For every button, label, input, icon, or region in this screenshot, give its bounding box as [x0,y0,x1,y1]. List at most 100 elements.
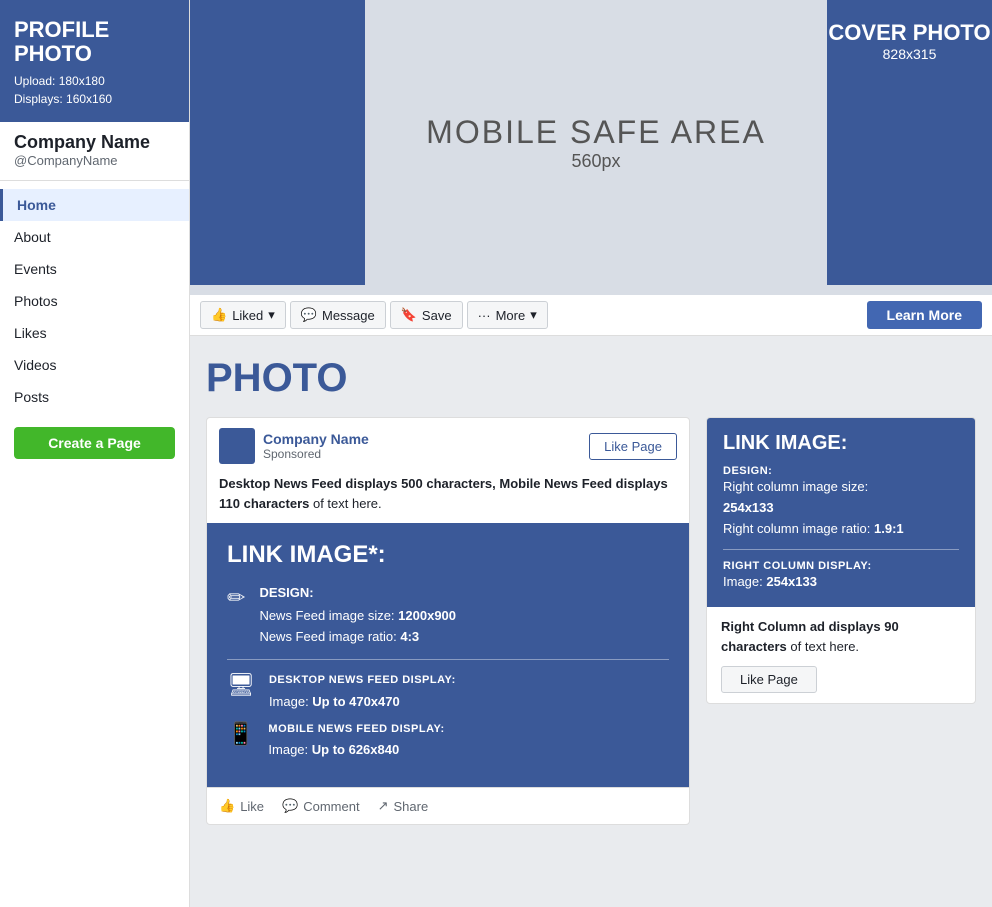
profile-upload: Upload: 180x180 [14,74,105,88]
right-display-image-label: Image: [723,574,766,589]
post-avatar [219,428,255,464]
content-area: PHOTO Company Name Sponsored Like Page D… [190,336,992,845]
news-feed-size-label: News Feed image size: [259,608,398,623]
news-feed-size: News Feed image size: 1200x900 [259,606,456,627]
nav-item-posts[interactable]: Posts [0,381,189,413]
design-label: DESIGN: [259,583,456,604]
right-col-size-value: 254x133 [723,500,774,515]
like-page-button-small[interactable]: Like Page [589,433,677,460]
nav-item-likes[interactable]: Likes [0,317,189,349]
news-feed-ratio-label: News Feed image ratio: [259,629,400,644]
company-handle: @CompanyName [14,153,175,168]
cover-photo-title: COVER PHOTO [827,0,992,46]
learn-more-button[interactable]: Learn More [867,301,982,329]
nav-link-photos[interactable]: Photos [0,285,189,317]
more-button[interactable]: ··· More ▾ [467,301,548,329]
post-company-name: Company Name [263,431,589,447]
mobile-safe-label: MOBILE SAFE AREA [426,114,766,151]
cover-photo-size: 828x315 [827,46,992,62]
comment-icon: 💬 [282,798,298,814]
save-button[interactable]: 🔖 Save [390,301,463,329]
profile-displays: Displays: 160x160 [14,92,112,106]
share-icon: ↗ [378,798,389,814]
desktop-display-info: DESKTOP NEWS FEED DISPLAY: Image: Up to … [269,672,456,712]
right-display-label: RIGHT COLUMN DISPLAY: [723,560,959,572]
right-design-info: Right column image size: 254x133 Right c… [723,477,959,539]
nav-item-home[interactable]: Home [0,189,189,221]
more-chevron-icon: ▾ [530,307,537,323]
like-page-button-right[interactable]: Like Page [721,666,817,693]
desktop-image-label: Image: [269,694,312,709]
right-link-box: LINK IMAGE: DESIGN: Right column image s… [707,418,975,607]
right-card-text-regular: of text here. [787,639,859,654]
nav-item-events[interactable]: Events [0,253,189,285]
message-icon: 💬 [301,307,317,323]
mobile-image-label: Image: [268,742,311,757]
mobile-safe-area: MOBILE SAFE AREA 560px [365,0,827,285]
right-divider [723,549,959,550]
pencil-icon: ✏ [227,585,245,611]
more-label: More [496,308,526,323]
mobile-safe-size: 560px [571,151,620,172]
profile-box: PROFILE PHOTO Upload: 180x180 Displays: … [0,0,189,122]
posts-row: Company Name Sponsored Like Page Desktop… [206,417,976,825]
link-image-box: LINK IMAGE*: ✏ DESIGN: News Feed image s… [207,523,689,787]
share-action-button[interactable]: ↗ Share [378,794,429,818]
right-display-image-size: 254x133 [766,574,817,589]
post-text-regular: of text here. [309,496,381,511]
post-meta: Company Name Sponsored [263,431,589,461]
nav-link-posts[interactable]: Posts [0,381,189,413]
company-name: Company Name [14,132,175,153]
nav-link-videos[interactable]: Videos [0,349,189,381]
desktop-display-label: DESKTOP NEWS FEED DISPLAY: [269,672,456,690]
create-page-button[interactable]: Create a Page [14,427,175,459]
bookmark-icon: 🔖 [401,307,417,323]
right-col-ratio-label: Right column image ratio: [723,521,874,536]
profile-upload-info: Upload: 180x180 Displays: 160x160 [14,72,175,108]
nav-item-about[interactable]: About [0,221,189,253]
post-card: Company Name Sponsored Like Page Desktop… [206,417,690,825]
right-col-size-label: Right column image size: [723,479,868,494]
like-action-button[interactable]: 👍 Like [219,794,264,818]
desktop-icon: 🖥 [227,672,255,698]
right-card-text: Right Column ad displays 90 characters o… [721,617,961,656]
dots-icon: ··· [478,308,491,323]
nav-item-videos[interactable]: Videos [0,349,189,381]
nav-link-likes[interactable]: Likes [0,317,189,349]
nav-link-about[interactable]: About [0,221,189,253]
nav-link-home[interactable]: Home [0,189,189,221]
message-button[interactable]: 💬 Message [290,301,386,329]
sidebar: PROFILE PHOTO Upload: 180x180 Displays: … [0,0,190,907]
right-column-card: LINK IMAGE: DESIGN: Right column image s… [706,417,976,704]
right-col-ratio-value: 1.9:1 [874,521,904,536]
company-name-section: Company Name @CompanyName [0,122,189,172]
mobile-display-row: 📱 MOBILE NEWS FEED DISPLAY: Image: Up to… [227,721,669,761]
post-card-header: Company Name Sponsored Like Page [207,418,689,474]
right-col-size: Right column image size: 254x133 [723,477,959,519]
post-actions: 👍 Like 💬 Comment ↗ Share [207,787,689,824]
like-icon: 👍 [219,798,235,814]
mobile-image-size-value: Up to 626x840 [312,742,399,757]
photo-heading: PHOTO [206,356,976,401]
comment-label: Comment [303,799,359,814]
right-col-ratio: Right column image ratio: 1.9:1 [723,519,959,540]
nav-list: Home About Events Photos Likes Videos Po… [0,189,189,413]
right-card-body: Right Column ad displays 90 characters o… [707,607,975,703]
profile-photo-label: PROFILE PHOTO [14,18,175,66]
right-link-title: LINK IMAGE: [723,432,959,455]
nav-link-events[interactable]: Events [0,253,189,285]
desktop-display-row: 🖥 DESKTOP NEWS FEED DISPLAY: Image: Up t… [227,672,669,712]
liked-button[interactable]: 👍 Liked ▾ [200,301,286,329]
mobile-display-label: MOBILE NEWS FEED DISPLAY: [268,721,444,739]
link-design-row: ✏ DESIGN: News Feed image size: 1200x900… [227,583,669,647]
news-feed-ratio: News Feed image ratio: 4:3 [259,627,456,648]
mobile-icon: 📱 [227,721,254,747]
desktop-image-size: Image: Up to 470x470 [269,692,456,713]
cover-section: COVER PHOTO 828x315 MOBILE SAFE AREA 560… [190,0,992,295]
action-bar: 👍 Liked ▾ 💬 Message 🔖 Save ··· More ▾ Le… [190,295,992,336]
desktop-image-size-value: Up to 470x470 [312,694,399,709]
comment-action-button[interactable]: 💬 Comment [282,794,360,818]
share-label: Share [394,799,429,814]
main-content: COVER PHOTO 828x315 MOBILE SAFE AREA 560… [190,0,992,907]
nav-item-photos[interactable]: Photos [0,285,189,317]
